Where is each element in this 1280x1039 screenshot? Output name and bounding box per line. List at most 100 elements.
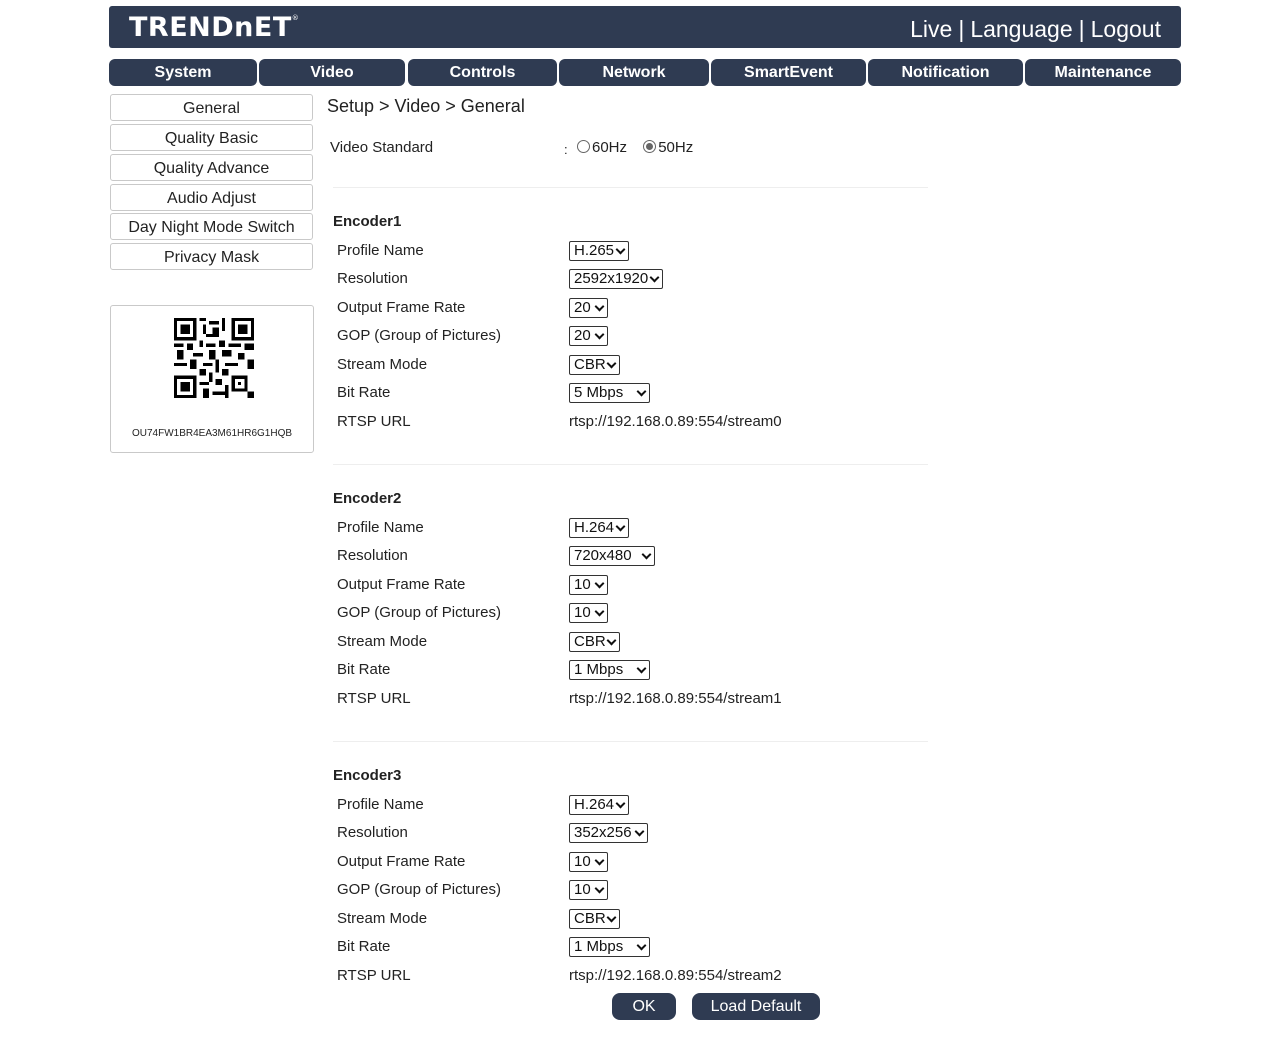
encoder2-stream-mode-select[interactable]: CBR — [569, 632, 620, 652]
encoder2-stream-mode-label: Stream Mode — [337, 633, 428, 650]
radio-unchecked-icon[interactable] — [577, 139, 590, 153]
select-value: 5 Mbps — [574, 384, 624, 401]
encoder1-stream-mode-select[interactable]: CBR — [569, 355, 620, 375]
encoder1-gop-label: GOP (Group of Pictures) — [337, 327, 501, 344]
encoder1-profile-select[interactable]: H.265 — [569, 241, 629, 261]
tab-maintenance[interactable]: Maintenance — [1025, 59, 1181, 86]
encoder2-gop-label: GOP (Group of Pictures) — [337, 604, 501, 621]
encoder1-bit-rate-label: Bit Rate — [337, 384, 391, 401]
sidebar-item-quality-basic[interactable]: Quality Basic — [110, 124, 313, 151]
chevron-down-icon — [636, 663, 647, 674]
qr-code-icon — [174, 318, 254, 398]
encoder3-gop-select[interactable]: 10 — [569, 880, 608, 900]
chevron-down-icon — [606, 358, 617, 369]
chevron-down-icon — [641, 549, 652, 560]
sidebar-item-privacy-mask[interactable]: Privacy Mask — [110, 243, 313, 270]
tab-video[interactable]: Video — [259, 59, 405, 86]
tab-network[interactable]: Network — [559, 59, 709, 86]
radio-50hz[interactable]: 50Hz — [643, 139, 693, 156]
qr-code-text: OU74FW1BR4EA3M61HR6G1HQB — [131, 428, 293, 439]
encoder3-profile-select[interactable]: H.264 — [569, 795, 629, 815]
encoder3-stream-mode-select[interactable]: CBR — [569, 909, 620, 929]
section-divider — [333, 464, 928, 465]
load-default-button[interactable]: Load Default — [692, 993, 820, 1020]
encoder2-title: Encoder2 — [333, 490, 402, 507]
trendnet-logo: TRENDnET® — [129, 12, 300, 43]
sidebar-item-day-night-mode-switch[interactable]: Day Night Mode Switch — [110, 213, 313, 240]
tab-controls[interactable]: Controls — [408, 59, 557, 86]
chevron-down-icon — [634, 826, 645, 837]
chevron-down-icon — [636, 386, 647, 397]
encoder3-bit-rate-select[interactable]: 1 Mbps — [569, 937, 650, 957]
video-standard-radio-group: 60Hz 50Hz — [577, 139, 705, 156]
chevron-down-icon — [594, 301, 605, 312]
select-value: 352x256 — [574, 824, 632, 841]
encoder1-resolution-label: Resolution — [337, 270, 408, 287]
encoder2-rtsp-url: rtsp://192.168.0.89:554/stream1 — [569, 690, 782, 707]
link-separator: | — [1078, 16, 1085, 42]
encoder3-gop-label: GOP (Group of Pictures) — [337, 881, 501, 898]
radio-50hz-label: 50Hz — [658, 139, 694, 156]
tab-notification[interactable]: Notification — [868, 59, 1023, 86]
select-value: CBR — [574, 910, 606, 927]
encoder1-profile-label: Profile Name — [337, 242, 424, 259]
sidebar-item-audio-adjust[interactable]: Audio Adjust — [110, 184, 313, 211]
tab-system[interactable]: System — [109, 59, 257, 86]
select-value: 1 Mbps — [574, 661, 624, 678]
section-divider — [333, 187, 928, 188]
chevron-down-icon — [594, 578, 605, 589]
top-header: TRENDnET® Live | Language | Logout — [109, 6, 1181, 48]
encoder2-gop-select[interactable]: 10 — [569, 603, 608, 623]
encoder3-frame-rate-select[interactable]: 10 — [569, 852, 608, 872]
select-value: 2592x1920 — [574, 270, 649, 287]
top-links: Live | Language | Logout — [910, 16, 1161, 43]
encoder2-resolution-label: Resolution — [337, 547, 408, 564]
video-standard-label: Video Standard — [330, 139, 434, 156]
encoder1-resolution-select[interactable]: 2592x1920 — [569, 269, 663, 289]
encoder1-frame-rate-select[interactable]: 20 — [569, 298, 608, 318]
encoder3-resolution-select[interactable]: 352x256 — [569, 823, 648, 843]
encoder2-bit-rate-label: Bit Rate — [337, 661, 391, 678]
encoder2-profile-select[interactable]: H.264 — [569, 518, 629, 538]
encoder2-bit-rate-select[interactable]: 1 Mbps — [569, 660, 650, 680]
encoder1-rtsp-url: rtsp://192.168.0.89:554/stream0 — [569, 413, 782, 430]
select-value: 20 — [574, 327, 591, 344]
select-value: H.264 — [574, 519, 615, 536]
section-divider — [333, 741, 928, 742]
encoder1-stream-mode-label: Stream Mode — [337, 356, 428, 373]
chevron-down-icon — [594, 606, 605, 617]
encoder1-frame-rate-label: Output Frame Rate — [337, 299, 466, 316]
encoder3-rtsp-url: rtsp://192.168.0.89:554/stream2 — [569, 967, 782, 984]
chevron-down-icon — [615, 244, 626, 255]
select-value: 10 — [574, 576, 591, 593]
select-value: 20 — [574, 299, 591, 316]
logout-link[interactable]: Logout — [1091, 16, 1161, 42]
sidebar-item-quality-advance[interactable]: Quality Advance — [110, 154, 313, 181]
live-link[interactable]: Live — [910, 16, 952, 42]
video-standard-colon: : — [564, 142, 568, 157]
link-separator: | — [958, 16, 965, 42]
chevron-down-icon — [594, 883, 605, 894]
breadcrumb: Setup > Video > General — [327, 96, 525, 116]
radio-checked-icon[interactable] — [643, 139, 657, 153]
encoder2-resolution-select[interactable]: 720x480 — [569, 546, 655, 566]
encoder3-rtsp-label: RTSP URL — [337, 967, 411, 984]
encoder1-title: Encoder1 — [333, 213, 402, 230]
sidebar-item-general[interactable]: General — [110, 94, 313, 121]
chevron-down-icon — [594, 855, 605, 866]
chevron-down-icon — [636, 940, 647, 951]
select-value: 720x480 — [574, 547, 632, 564]
language-link[interactable]: Language — [970, 16, 1072, 42]
encoder2-frame-rate-label: Output Frame Rate — [337, 576, 466, 593]
encoder2-frame-rate-select[interactable]: 10 — [569, 575, 608, 595]
encoder1-bit-rate-select[interactable]: 5 Mbps — [569, 383, 650, 403]
tab-smartevent[interactable]: SmartEvent — [711, 59, 866, 86]
select-value: 10 — [574, 881, 591, 898]
encoder2-rtsp-label: RTSP URL — [337, 690, 411, 707]
radio-60hz[interactable]: 60Hz — [577, 139, 627, 156]
select-value: H.264 — [574, 796, 615, 813]
select-value: 10 — [574, 604, 591, 621]
chevron-down-icon — [594, 329, 605, 340]
encoder1-gop-select[interactable]: 20 — [569, 326, 608, 346]
ok-button[interactable]: OK — [612, 993, 676, 1020]
